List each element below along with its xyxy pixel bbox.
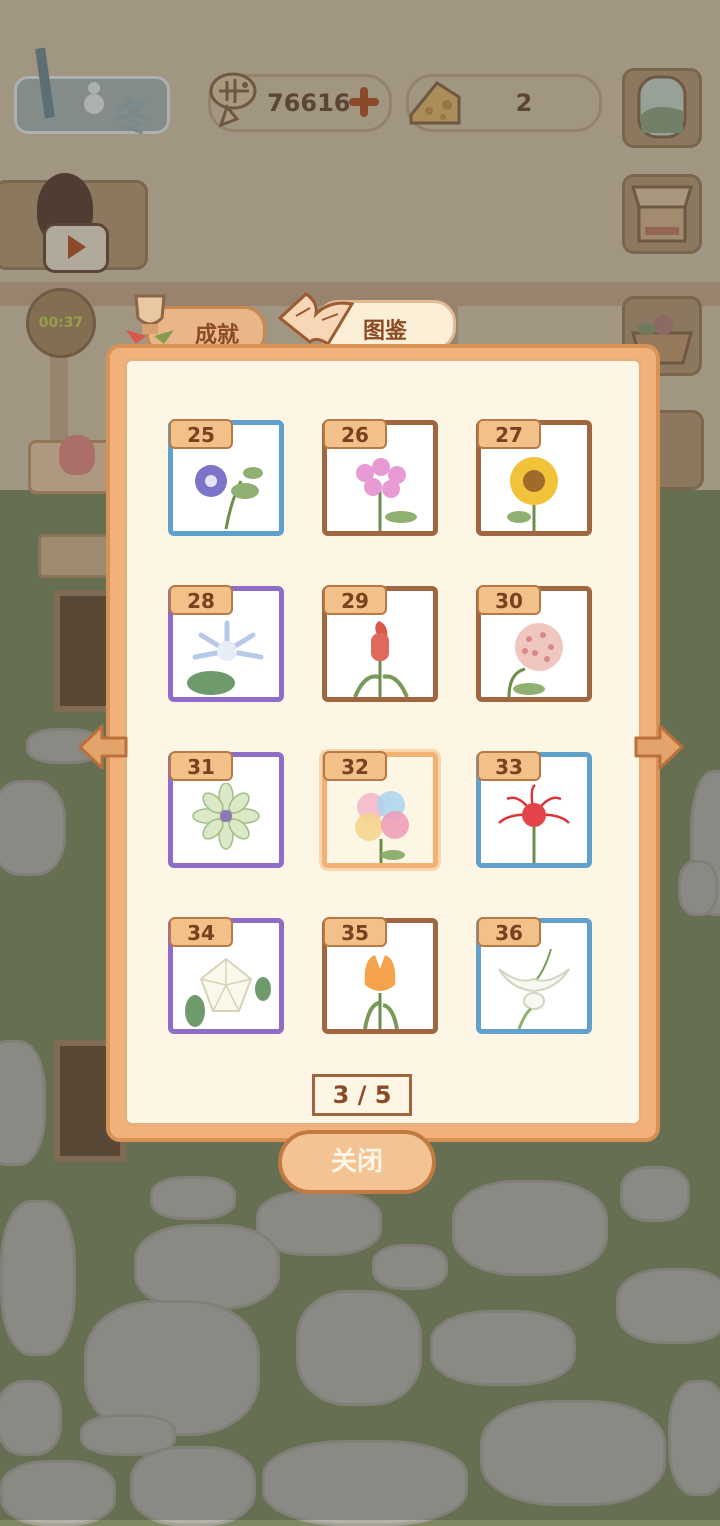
hoya-icon bbox=[507, 623, 563, 697]
flower-card-number: 26 bbox=[323, 419, 387, 449]
tab-collection-label: 图鉴 bbox=[363, 319, 408, 344]
flower-card-number: 28 bbox=[169, 585, 233, 615]
rainbow-petals-icon bbox=[355, 791, 409, 863]
white-dahlia-icon bbox=[192, 783, 260, 850]
flower-card[interactable]: 32 bbox=[322, 751, 438, 868]
flower-card-number: 32 bbox=[323, 751, 387, 781]
prev-page-arrow-icon[interactable] bbox=[76, 722, 130, 772]
flower-card-number: 29 bbox=[323, 585, 387, 615]
flower-card-number: 33 bbox=[477, 751, 541, 781]
tulip-icon bbox=[363, 955, 399, 1029]
flower-card-number: 27 bbox=[477, 419, 541, 449]
phlox-icon bbox=[356, 458, 417, 531]
celosia-icon bbox=[353, 621, 409, 697]
close-button[interactable]: 关闭 bbox=[278, 1130, 436, 1194]
sunflower-icon bbox=[507, 457, 558, 531]
flower-card-number: 35 bbox=[323, 917, 387, 947]
flower-card[interactable]: 30 bbox=[476, 585, 592, 702]
flower-card[interactable]: 35 bbox=[322, 917, 438, 1034]
flower-card-number: 25 bbox=[169, 419, 233, 449]
flower-card[interactable]: 36 bbox=[476, 917, 592, 1034]
flower-card-number: 34 bbox=[169, 917, 233, 947]
flower-card[interactable]: 26 bbox=[322, 419, 438, 536]
trophy-icon bbox=[126, 294, 174, 344]
page-indicator: 3 / 5 bbox=[312, 1074, 412, 1116]
flower-card[interactable]: 31 bbox=[168, 751, 284, 868]
next-page-arrow-icon[interactable] bbox=[632, 722, 686, 772]
red-spider-lily-icon bbox=[498, 783, 570, 863]
flower-card[interactable]: 34 bbox=[168, 917, 284, 1034]
flower-card[interactable]: 33 bbox=[476, 751, 592, 868]
flower-card-number: 31 bbox=[169, 751, 233, 781]
flower-card[interactable]: 28 bbox=[168, 585, 284, 702]
flower-card[interactable]: 27 bbox=[476, 419, 592, 536]
bellflower-icon bbox=[195, 465, 263, 530]
flower-card-number: 30 bbox=[477, 585, 541, 615]
datura-icon bbox=[185, 957, 271, 1027]
night-blooming-cereus-icon bbox=[187, 620, 264, 695]
flower-card-number: 36 bbox=[477, 917, 541, 947]
flower-card[interactable]: 29 bbox=[322, 585, 438, 702]
flower-card[interactable]: 25 bbox=[168, 419, 284, 536]
egret-orchid-icon bbox=[498, 949, 570, 1029]
